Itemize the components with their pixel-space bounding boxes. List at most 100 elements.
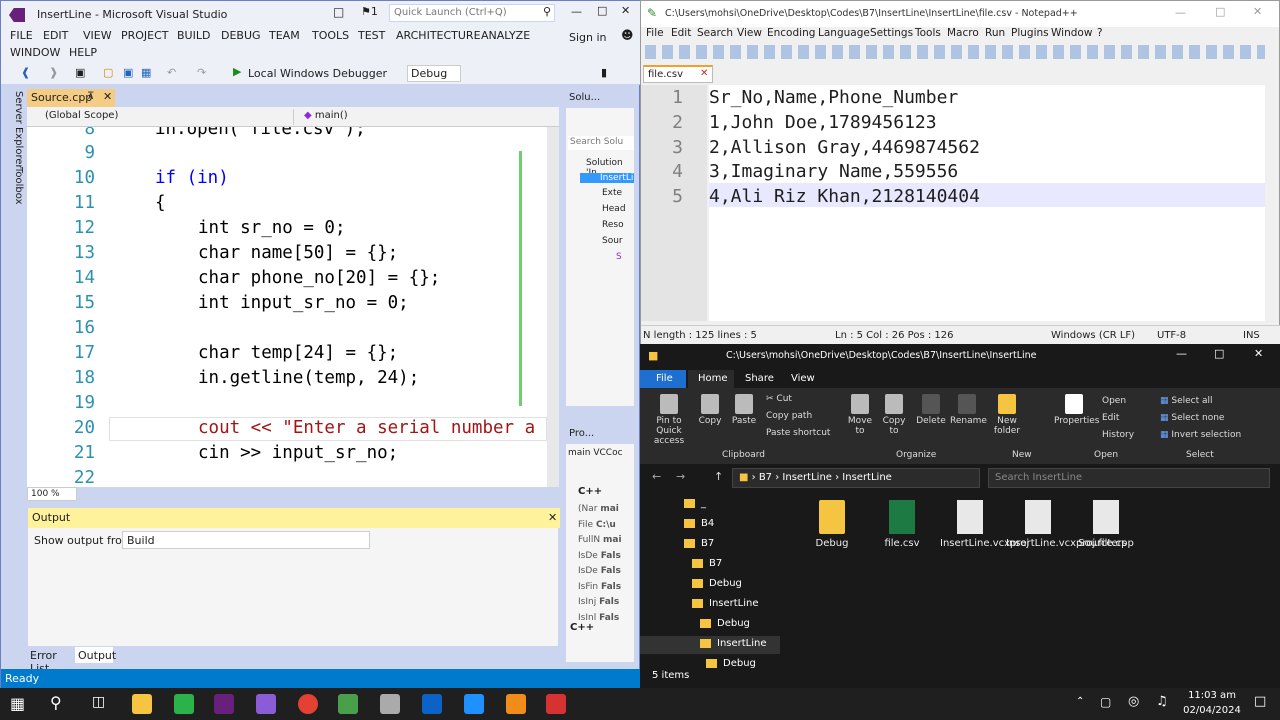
task-view-icon[interactable]: ◫ <box>92 694 105 710</box>
code-area[interactable]: 8 in.open("file.csv"); 9 10 if (in) 11 { 12… <box>27 127 547 487</box>
cut-button[interactable]: ✂ Cut <box>766 394 792 404</box>
minimize-button[interactable]: — <box>571 5 582 18</box>
npp-tab-file-csv[interactable]: file.csv ✕ <box>643 65 713 83</box>
debugger-button[interactable]: Local Windows Debugger <box>248 67 387 80</box>
menu-analyze[interactable]: ANALYZE <box>481 29 530 42</box>
file-item-file-csv[interactable]: file.csv <box>872 500 932 549</box>
app-taskbar-icon[interactable] <box>464 694 484 714</box>
copy-button[interactable]: Copy <box>696 394 724 426</box>
back-icon[interactable]: ← <box>652 470 661 483</box>
clock-date[interactable]: 02/04/2024 <box>1182 705 1242 716</box>
copy-to-button[interactable]: Copy to <box>880 394 908 436</box>
redo-icon[interactable]: ↷ <box>197 66 206 79</box>
tree-item[interactable]: B4 <box>684 518 714 529</box>
menu-file[interactable]: FILE <box>10 29 33 42</box>
npp-menu-window[interactable]: Window <box>1051 27 1092 39</box>
visual-studio-taskbar-icon[interactable] <box>214 694 234 714</box>
flag-icon[interactable]: ⚑1 <box>361 5 378 18</box>
menu-team[interactable]: TEAM <box>269 29 300 42</box>
file-item-filters[interactable]: InsertLine.vcxproj.filters <box>1006 500 1127 549</box>
npp-menu-macro[interactable]: Macro <box>947 27 979 39</box>
properties-button[interactable]: Properties <box>1054 394 1099 426</box>
tree-item-selected[interactable]: InsertLine <box>640 636 780 654</box>
prop-row[interactable]: IsInj Fals <box>578 595 622 611</box>
forward-icon[interactable]: ❱ <box>49 66 58 79</box>
prop-row[interactable]: File C:\u <box>578 518 622 534</box>
prop-row[interactable]: IsDe Fals <box>578 564 622 580</box>
maximize-button[interactable]: □ <box>1215 5 1225 18</box>
prop-row[interactable]: FullN mai <box>578 533 622 549</box>
tree-item-headers[interactable]: Head <box>602 204 626 214</box>
globe-icon[interactable]: ◎ <box>1128 694 1139 709</box>
paint-taskbar-icon[interactable] <box>380 694 400 714</box>
tree-item[interactable]: Debug <box>700 618 750 629</box>
tree-item[interactable]: _ <box>684 498 706 509</box>
npp-menu-run[interactable]: Run <box>985 27 1005 39</box>
open-button[interactable]: Open <box>1102 396 1126 406</box>
npp-menu-settings[interactable]: Settings <box>870 27 913 39</box>
menu-architecture[interactable]: ARCHITECTURE <box>396 29 481 42</box>
menu-help[interactable]: HELP <box>69 46 97 59</box>
start-debug-icon[interactable]: ▶ <box>233 65 241 78</box>
menu-edit[interactable]: EDIT <box>43 29 68 42</box>
solution-search-input[interactable]: Search Solu <box>568 136 634 150</box>
chrome-taskbar-icon[interactable] <box>298 694 318 714</box>
output-source-dropdown[interactable]: Build <box>122 531 370 549</box>
volume-icon[interactable]: ♫ <box>1156 694 1168 709</box>
file-item-source-cpp[interactable]: Source.cpp <box>1076 500 1136 549</box>
tree-item-project[interactable]: InsertLi <box>580 173 634 183</box>
npp-toolbar-icons[interactable] <box>645 45 1265 59</box>
menu-test[interactable]: TEST <box>358 29 385 42</box>
npp-menu-plugins[interactable]: Plugins <box>1011 27 1049 39</box>
tree-item-source-file[interactable]: S <box>616 252 622 262</box>
sign-in-link[interactable]: Sign in <box>569 31 607 44</box>
menu-build[interactable]: BUILD <box>177 29 210 42</box>
prop-row[interactable]: IsDe Fals <box>578 549 622 565</box>
save-icon[interactable]: ▣ <box>123 66 133 79</box>
npp-menu-tools[interactable]: Tools <box>915 27 941 39</box>
open-folder-icon[interactable]: ▢ <box>103 66 113 79</box>
sublime-taskbar-icon[interactable] <box>506 694 526 714</box>
paste-shortcut-button[interactable]: Paste shortcut <box>766 428 830 438</box>
npp-menu-search[interactable]: Search <box>697 27 733 39</box>
close-button[interactable]: ✕ <box>621 4 630 17</box>
delete-button[interactable]: Delete <box>916 394 946 426</box>
toolbox-tab[interactable]: Toolbox <box>6 167 24 227</box>
pin-quick-access-button[interactable]: Pin to Quick access <box>646 394 692 446</box>
npp-menu-language[interactable]: Language <box>818 27 870 39</box>
minimize-button[interactable]: — <box>1175 6 1186 19</box>
clock-time[interactable]: 11:03 am <box>1182 690 1242 701</box>
new-project-icon[interactable]: ▣ <box>75 66 85 79</box>
pin-icon[interactable]: ⊼ <box>87 91 94 102</box>
quick-launch-input[interactable]: Quick Launch (Ctrl+Q) <box>389 4 555 22</box>
file-item-debug[interactable]: Debug <box>802 500 862 549</box>
explorer-search-input[interactable]: Search InsertLine <box>988 468 1270 488</box>
app-taskbar-icon-2[interactable] <box>546 694 566 714</box>
notepadpp-taskbar-icon[interactable] <box>338 694 358 714</box>
address-bar[interactable]: ■ › B7 › InsertLine › InsertLine <box>732 468 980 488</box>
prop-row[interactable]: IsFin Fals <box>578 580 622 596</box>
npp-menu-view[interactable]: View <box>737 27 762 39</box>
config-dropdown[interactable]: Debug <box>407 65 461 82</box>
tree-item[interactable]: B7 <box>692 558 722 569</box>
tree-item[interactable]: InsertLine <box>692 598 759 609</box>
vs-code-taskbar-icon[interactable] <box>256 694 276 714</box>
account-icon[interactable]: ☻ <box>621 28 634 42</box>
editor-scrollbar[interactable] <box>547 127 559 487</box>
file-explorer-taskbar-icon[interactable] <box>132 694 152 714</box>
npp-scrollbar[interactable] <box>1265 85 1279 321</box>
npp-text-area[interactable]: Sr_No,Name,Phone_Number 1,John Doe,17894… <box>709 85 1265 321</box>
back-icon[interactable]: ❰ <box>21 66 30 79</box>
breadcrumb-insertline[interactable]: InsertLine <box>782 472 832 483</box>
close-button[interactable]: ✕ <box>1254 347 1263 360</box>
ribbon-tab-view[interactable]: View <box>791 373 815 384</box>
ribbon-tab-file[interactable]: File <box>640 370 686 388</box>
minimize-button[interactable]: — <box>1176 347 1187 360</box>
function-dropdown[interactable]: ◆ main() <box>293 109 555 125</box>
output-close-icon[interactable]: ✕ <box>548 511 557 524</box>
prop-row[interactable]: (Nar mai <box>578 502 622 518</box>
notification-icon[interactable]: □ <box>333 5 344 19</box>
edit-button[interactable]: Edit <box>1102 413 1119 423</box>
history-button[interactable]: History <box>1102 430 1134 440</box>
undo-icon[interactable]: ↶ <box>167 66 176 79</box>
